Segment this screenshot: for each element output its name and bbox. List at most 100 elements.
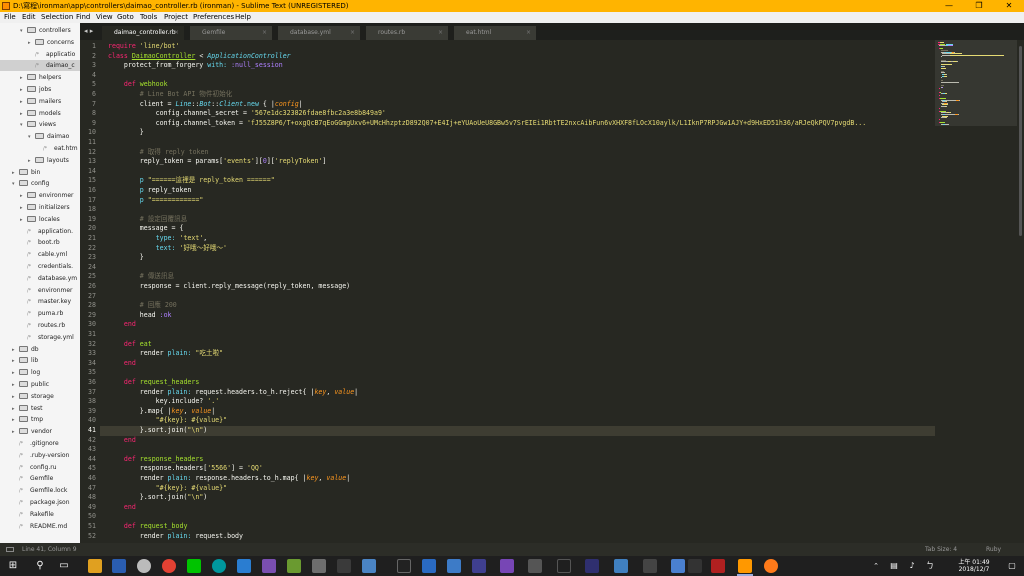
sidebar-item[interactable]: /* daimao_c [0, 60, 80, 72]
tab-daimao-controller[interactable]: daimao_controller.rb × [102, 26, 184, 40]
sidebar-item[interactable]: /* applicatio [0, 49, 80, 60]
arduino-icon[interactable] [212, 559, 226, 573]
menu-selection[interactable]: Selection [41, 13, 73, 22]
sublime-text-taskbar-icon[interactable] [738, 559, 752, 573]
chevron-right-icon[interactable]: ▸ [28, 38, 35, 49]
sidebar-item[interactable]: ▸ public [0, 379, 80, 390]
chevron-right-icon[interactable]: ▸ [12, 345, 19, 356]
app-icon-n[interactable] [422, 559, 436, 573]
app-icon-cmd[interactable] [557, 559, 571, 573]
sidebar-item[interactable]: /* package.json [0, 497, 80, 508]
sidebar-item[interactable]: /* Gemfile [0, 473, 80, 484]
chevron-right-icon[interactable]: ▸ [20, 215, 27, 226]
menu-help[interactable]: Help [235, 13, 251, 22]
sidebar-item[interactable]: ▸ test [0, 403, 80, 414]
chevron-right-icon[interactable]: ▸ [12, 392, 19, 403]
sidebar-item[interactable]: ▸ models [0, 108, 80, 119]
app-icon-red[interactable] [711, 559, 725, 573]
menu-tools[interactable]: Tools [140, 13, 157, 22]
chevron-right-icon[interactable]: ▸ [20, 203, 27, 214]
sidebar-item[interactable]: /* eat.htm [0, 143, 80, 154]
tab-close-icon[interactable]: × [174, 26, 179, 40]
tab-nav-arrows-icon[interactable]: ◂ ▸ [84, 26, 93, 36]
sidebar-item[interactable]: ▸ locales [0, 214, 80, 225]
chevron-right-icon[interactable]: ▸ [28, 156, 35, 167]
scrollbar-thumb[interactable] [1019, 46, 1022, 236]
app-icon-graphite[interactable] [688, 559, 702, 573]
chevron-down-icon[interactable]: ▾ [12, 179, 19, 190]
chevron-right-icon[interactable]: ▸ [12, 168, 19, 179]
chevron-right-icon[interactable]: ▸ [12, 368, 19, 379]
menu-preferences[interactable]: Preferences [193, 13, 234, 22]
sidebar-item[interactable]: ▸ concerns [0, 37, 80, 48]
app-icon-gray[interactable] [312, 559, 326, 573]
sidebar-item[interactable]: ▸ db [0, 344, 80, 355]
chevron-right-icon[interactable]: ▸ [20, 85, 27, 96]
app-icon-cloud[interactable] [237, 559, 251, 573]
chevron-down-icon[interactable]: ▾ [20, 26, 27, 37]
sidebar-item[interactable]: /* application. [0, 226, 80, 237]
tab-database-yml[interactable]: database.yml × [278, 26, 360, 40]
tab-close-icon[interactable]: × [262, 26, 267, 40]
tab-size[interactable]: Tab Size: 4 [925, 543, 957, 556]
sidebar-item[interactable]: /* storage.yml [0, 332, 80, 343]
tab-gemfile[interactable]: Gemfile × [190, 26, 272, 40]
minimap[interactable] [935, 40, 1017, 543]
tray-network-icon[interactable]: ▤ [886, 558, 902, 574]
line-app-icon[interactable] [187, 559, 201, 573]
app-icon-slate[interactable] [528, 559, 542, 573]
app-icon-navy[interactable] [585, 559, 599, 573]
tray-up-icon[interactable]: ⌃ [868, 558, 884, 574]
notification-icon[interactable]: ▢ [1004, 558, 1020, 574]
sidebar-item[interactable]: ▸ mailers [0, 96, 80, 107]
sidebar-item[interactable]: ▸ layouts [0, 155, 80, 166]
chevron-right-icon[interactable]: ▸ [12, 380, 19, 391]
sidebar-item[interactable]: ▾ views [0, 119, 80, 130]
sidebar-item[interactable]: ▸ vendor [0, 426, 80, 437]
sidebar-item[interactable]: ▸ helpers [0, 72, 80, 83]
chevron-down-icon[interactable]: ▾ [20, 120, 27, 131]
sidebar-item[interactable]: /* master.key [0, 296, 80, 307]
search-icon[interactable]: ⚲ [32, 558, 48, 574]
chevron-right-icon[interactable]: ▸ [20, 73, 27, 84]
sidebar-item[interactable]: ▾ daimao [0, 131, 80, 142]
tray-volume-icon[interactable]: ♪ [904, 558, 920, 574]
menu-project[interactable]: Project [164, 13, 188, 22]
sidebar-item[interactable]: ▸ storage [0, 391, 80, 402]
panel-toggle-icon[interactable] [6, 547, 14, 552]
chevron-right-icon[interactable]: ▸ [12, 427, 19, 438]
menu-view[interactable]: View [96, 13, 113, 22]
app-icon-orange[interactable] [764, 559, 778, 573]
task-view-icon[interactable]: ▭ [56, 558, 72, 574]
menu-edit[interactable]: Edit [22, 13, 36, 22]
app-icon-ie[interactable] [447, 559, 461, 573]
tab-close-icon[interactable]: × [438, 26, 443, 40]
tab-close-icon[interactable]: × [350, 26, 355, 40]
sidebar-item[interactable]: ▸ log [0, 367, 80, 378]
chevron-right-icon[interactable]: ▸ [12, 356, 19, 367]
tray-ime-icon[interactable]: ㄅ [922, 558, 938, 574]
app-icon-dark[interactable] [337, 559, 351, 573]
app-icon-indigo[interactable] [472, 559, 486, 573]
file-explorer-icon[interactable] [88, 559, 102, 573]
vs-code-icon[interactable] [500, 559, 514, 573]
sidebar-item[interactable]: /* .ruby-version [0, 450, 80, 461]
sidebar-item[interactable]: ▸ environmer [0, 190, 80, 201]
app-icon-charcoal[interactable] [643, 559, 657, 573]
visual-studio-icon[interactable] [262, 559, 276, 573]
menu-goto[interactable]: Goto [117, 13, 134, 22]
sidebar-item[interactable]: /* credentials. [0, 261, 80, 272]
menu-find[interactable]: Find [76, 13, 90, 22]
sidebar-item[interactable]: ▸ tmp [0, 414, 80, 425]
sidebar-item[interactable]: /* README.md [0, 521, 80, 532]
app-icon-green[interactable] [287, 559, 301, 573]
terminal-icon[interactable] [397, 559, 411, 573]
sidebar-item[interactable]: /* environmer [0, 285, 80, 296]
app-icon-light-blue[interactable] [362, 559, 376, 573]
chevron-right-icon[interactable]: ▸ [20, 191, 27, 202]
tab-eat-html[interactable]: eat.html × [454, 26, 536, 40]
sidebar-item[interactable]: /* cable.yml [0, 249, 80, 260]
sidebar-item[interactable]: /* Rakefile [0, 509, 80, 520]
sidebar-item[interactable]: /* puma.rb [0, 308, 80, 319]
menu-file[interactable]: File [4, 13, 16, 22]
